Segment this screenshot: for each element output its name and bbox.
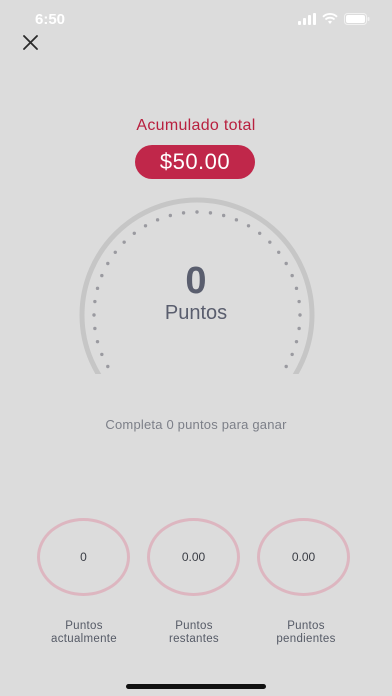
gauge-tick-dot xyxy=(93,326,97,331)
signal-icon xyxy=(298,13,316,25)
points-unit: Puntos xyxy=(164,302,228,324)
status-icons xyxy=(298,13,370,25)
accumulated-title: Acumulado total xyxy=(136,117,256,134)
pending-points-circle: 0.00 xyxy=(257,518,350,596)
gauge-tick-dot xyxy=(181,211,186,215)
pending-points-label: Puntos pendientes xyxy=(246,620,366,646)
current-points-value: 0 xyxy=(80,550,87,564)
gauge-tick-dot xyxy=(195,210,199,214)
pending-points-label-line1: Puntos xyxy=(287,620,325,632)
gauge-tick-dot xyxy=(246,224,251,228)
points-info-text: Completa 0 puntos para ganar xyxy=(105,417,287,432)
pending-points-value: 0.00 xyxy=(291,550,316,564)
gauge-tick-dot xyxy=(294,339,299,344)
close-icon xyxy=(22,34,38,50)
gauge-tick-dot xyxy=(168,213,173,218)
status-time: 6:50 xyxy=(35,11,66,28)
remaining-points-value: 0.00 xyxy=(181,550,206,564)
gauge-tick-dot xyxy=(234,218,239,222)
gauge-tick-dot xyxy=(258,231,262,235)
points-value: 0 xyxy=(185,260,207,302)
remaining-points-label-line1: Puntos xyxy=(175,620,213,632)
gauge-tick-dot xyxy=(290,352,294,357)
close-button[interactable] xyxy=(18,30,42,54)
current-points-label: Puntos actualmente xyxy=(24,620,144,646)
current-points-label-line2: actualmente xyxy=(51,633,117,645)
current-points-circle: 0 xyxy=(37,518,130,596)
gauge-tick-dot xyxy=(268,240,272,244)
current-points-label-line1: Puntos xyxy=(65,620,103,632)
gauge-tick-dot xyxy=(106,364,110,369)
remaining-points-circle: 0.00 xyxy=(147,518,240,596)
pending-points-label-line2: pendientes xyxy=(276,633,336,645)
remaining-points-label-line2: restantes xyxy=(168,633,219,645)
gauge-tick-dot xyxy=(221,213,226,218)
gauge-tick-dot xyxy=(95,339,100,344)
gauge-tick-dot xyxy=(143,224,148,228)
battery-icon xyxy=(344,13,370,25)
status-bar: 6:50 xyxy=(0,0,392,40)
gauge-tick-dot xyxy=(100,352,104,357)
remaining-points-label: Puntos restantes xyxy=(134,620,254,646)
gauge-tick-dot xyxy=(208,211,213,215)
gauge-tick-dot xyxy=(297,326,301,331)
gauge-tick-dot xyxy=(155,218,160,222)
gauge-tick-dot xyxy=(277,250,281,254)
gauge-tick-dot xyxy=(113,250,117,254)
gauge-tick-dot xyxy=(284,364,288,369)
wifi-icon xyxy=(322,13,338,24)
accumulated-amount-badge: $50.00 xyxy=(135,145,255,179)
gauge-tick-dot xyxy=(122,240,126,244)
gauge-tick-dot xyxy=(132,231,136,235)
home-indicator xyxy=(126,684,266,689)
